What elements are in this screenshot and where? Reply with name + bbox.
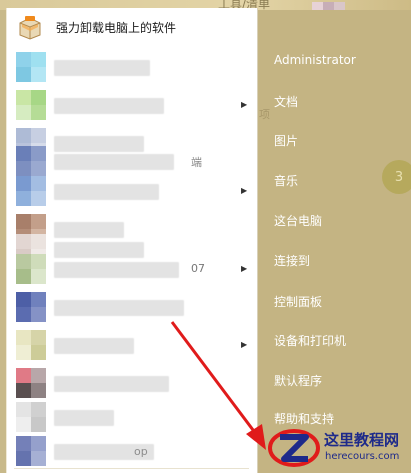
red-arrow-annotation [170,321,266,450]
watermark-title: 这里教程网 [324,431,400,449]
watermark-url: herecours.com [325,451,400,462]
watermark-emblem-icon [268,429,320,467]
watermark-logo: 这里教程网 herecours.com [262,417,411,473]
